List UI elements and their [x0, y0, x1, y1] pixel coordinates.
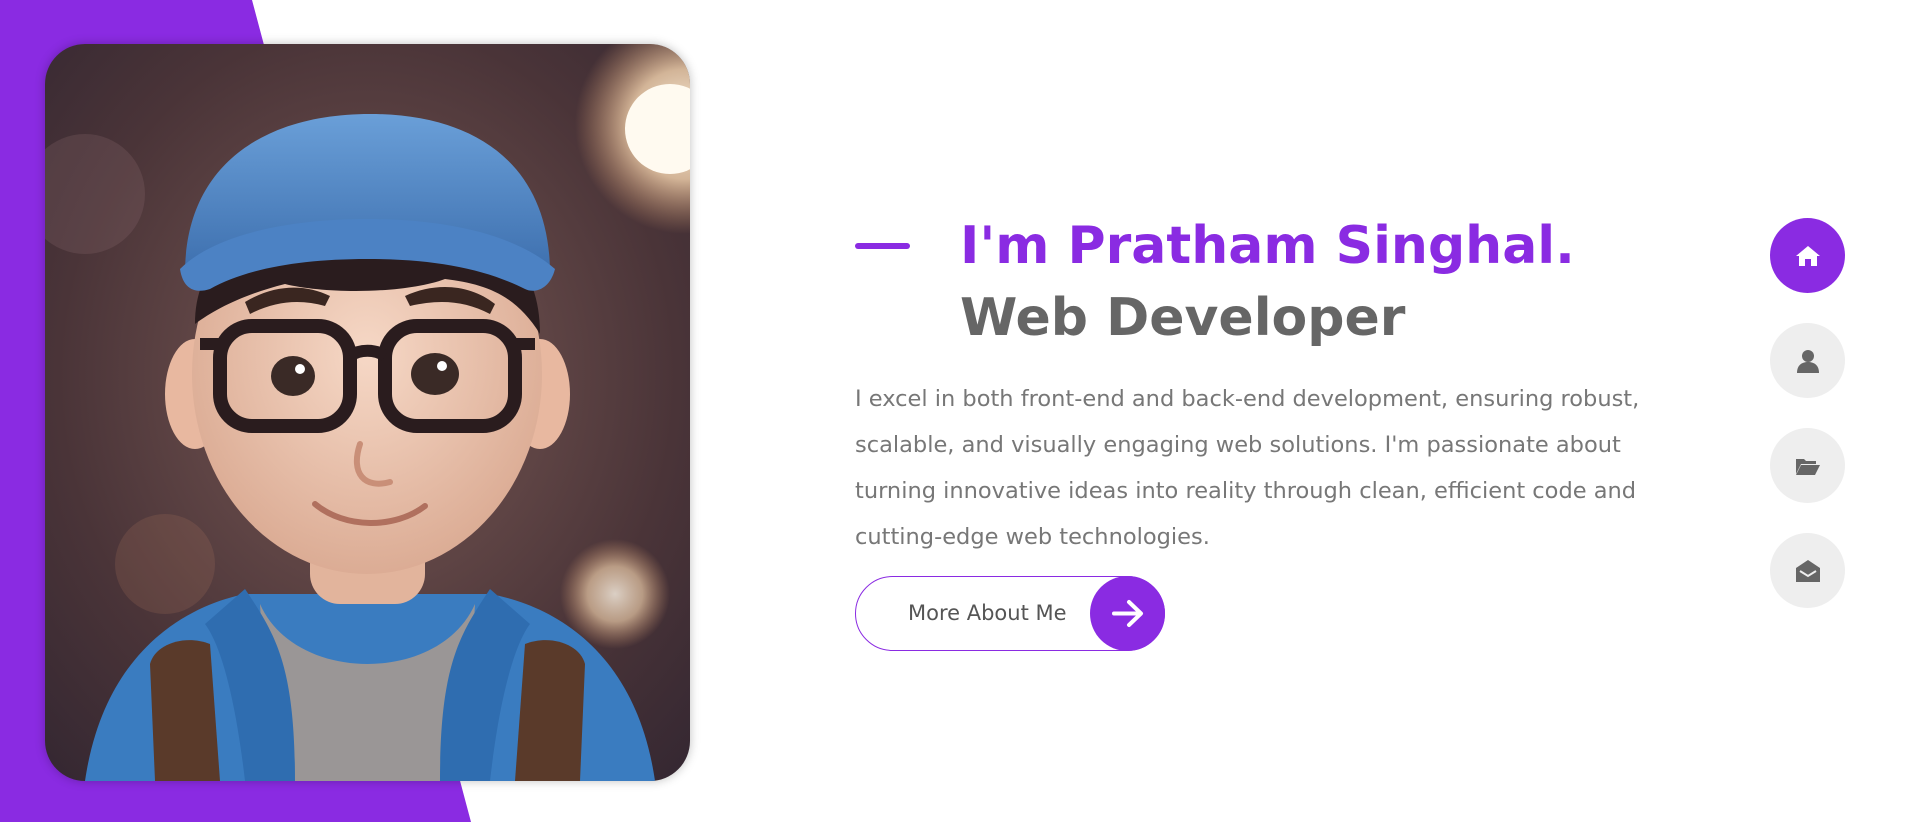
accent-dash — [855, 243, 910, 249]
portrait-illustration — [45, 44, 690, 781]
home-icon — [1795, 245, 1820, 266]
hero-name: I'm Pratham Singhal. — [960, 216, 1575, 276]
folder-open-icon — [1795, 458, 1820, 475]
user-icon — [1796, 349, 1819, 373]
profile-portrait — [45, 44, 690, 781]
nav-home-button[interactable] — [1770, 218, 1845, 293]
nav-portfolio-button[interactable] — [1770, 428, 1845, 503]
nav-contact-button[interactable] — [1770, 533, 1845, 608]
hero-content: I'm Pratham Singhal. Web Developer I exc… — [855, 210, 1655, 560]
hero-heading: I'm Pratham Singhal. Web Developer — [960, 210, 1655, 354]
more-about-me-button[interactable]: More About Me — [855, 576, 1165, 651]
hero-role: Web Developer — [960, 288, 1406, 348]
side-navigation — [1770, 218, 1845, 638]
nav-about-button[interactable] — [1770, 323, 1845, 398]
more-about-me-label: More About Me — [908, 601, 1067, 625]
hero-description: I excel in both front-end and back-end d… — [855, 386, 1640, 550]
envelope-open-icon — [1795, 559, 1820, 582]
arrow-right-icon — [1090, 576, 1165, 651]
